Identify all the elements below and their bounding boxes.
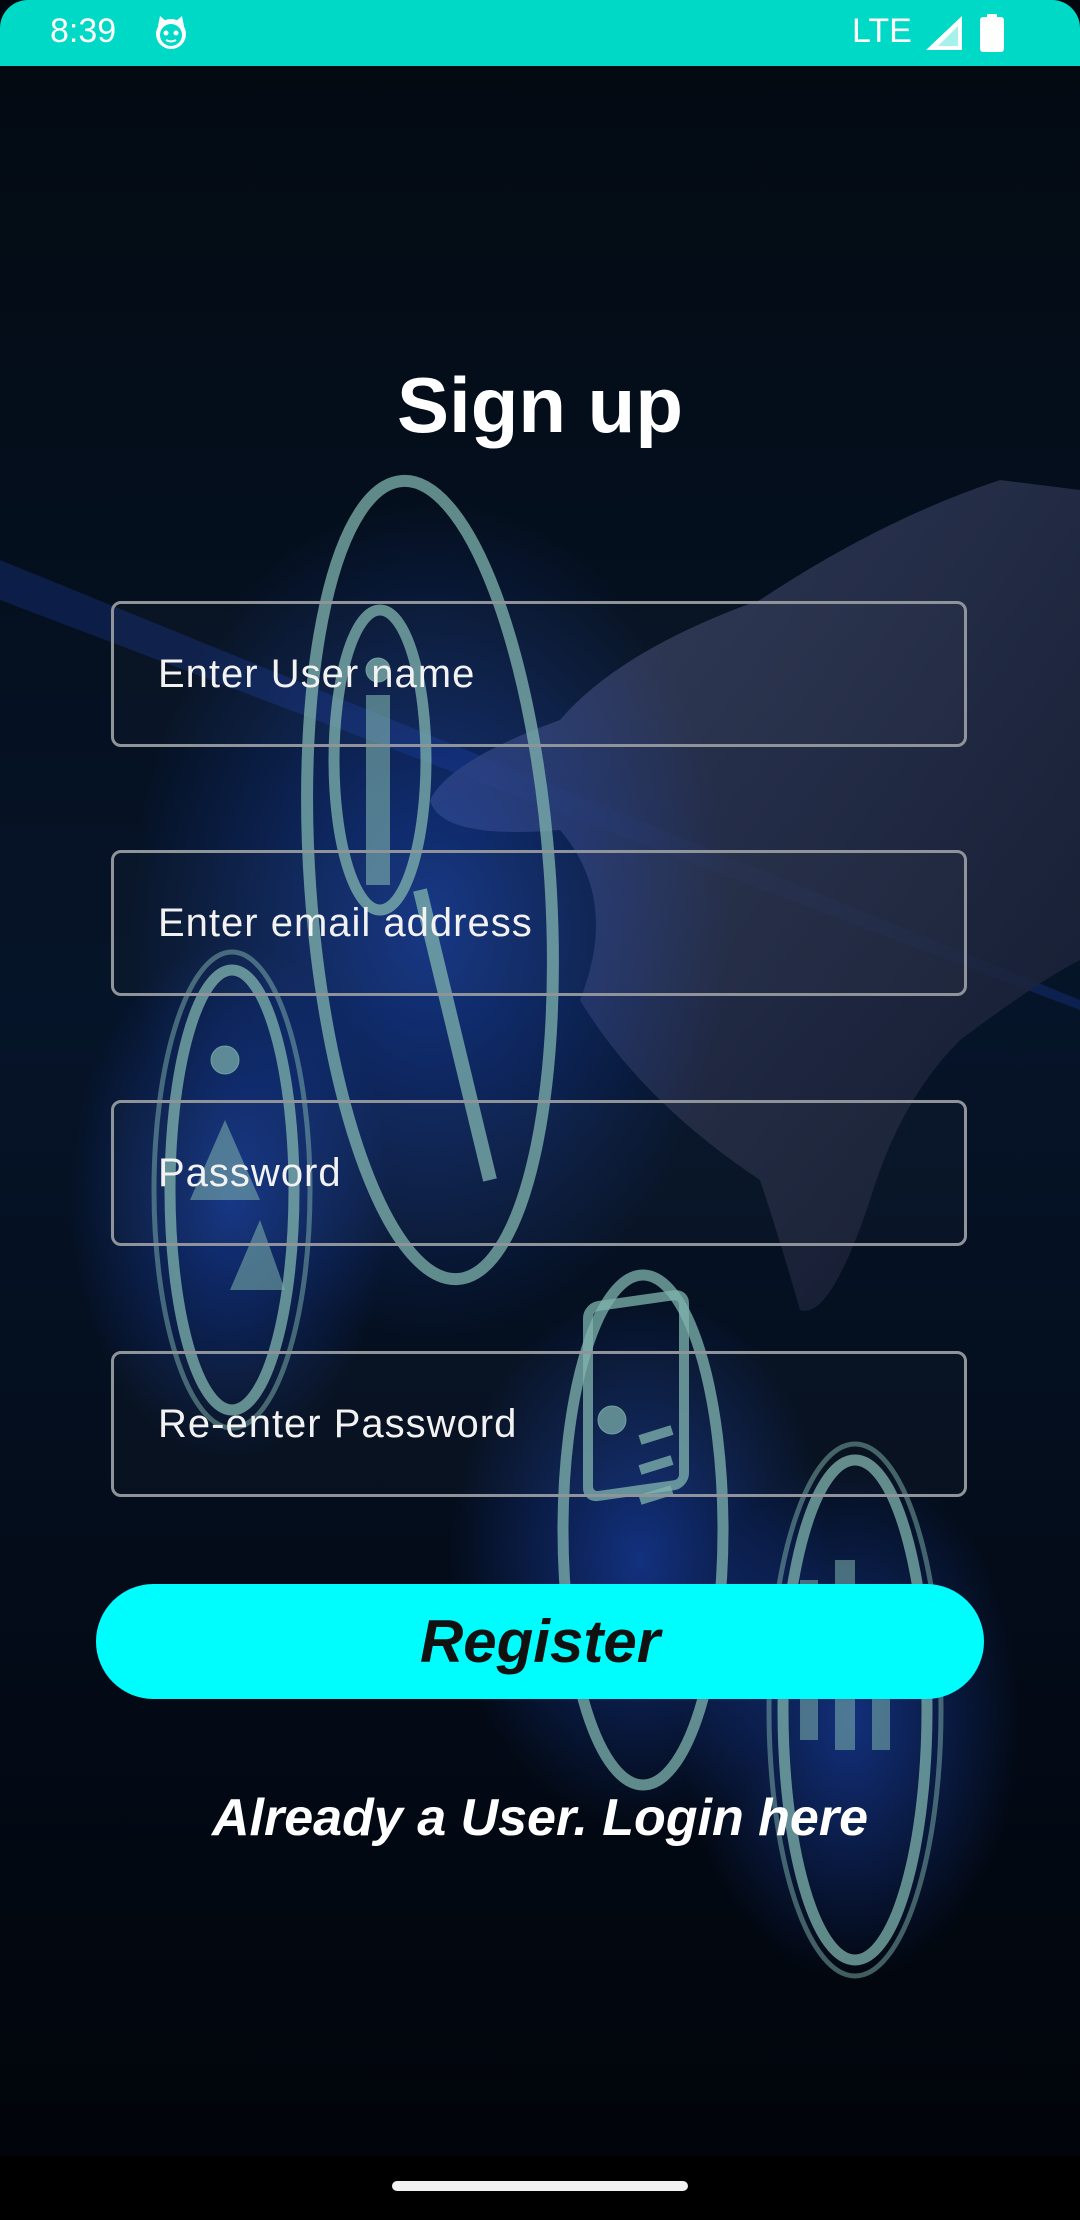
email-field[interactable] — [111, 850, 967, 996]
page-title: Sign up — [397, 361, 683, 449]
battery-icon — [980, 14, 1004, 52]
username-input[interactable] — [114, 604, 964, 744]
password-field[interactable] — [111, 1100, 967, 1246]
email-input[interactable] — [114, 853, 964, 993]
status-bar: 8:39 LTE — [0, 0, 1080, 66]
username-field[interactable] — [111, 601, 967, 747]
signal-icon — [926, 16, 962, 50]
login-link[interactable]: Already a User. Login here — [0, 1788, 1080, 1848]
network-type: LTE — [852, 12, 912, 50]
register-button[interactable]: Register — [96, 1584, 984, 1699]
reenter-password-field[interactable] — [111, 1351, 967, 1497]
register-button-label: Register — [419, 1608, 661, 1675]
status-time: 8:39 — [50, 12, 117, 50]
cat-face-icon — [156, 16, 186, 49]
reenter-password-input[interactable] — [114, 1354, 964, 1494]
password-input[interactable] — [114, 1103, 964, 1243]
home-indicator[interactable] — [392, 2181, 688, 2191]
